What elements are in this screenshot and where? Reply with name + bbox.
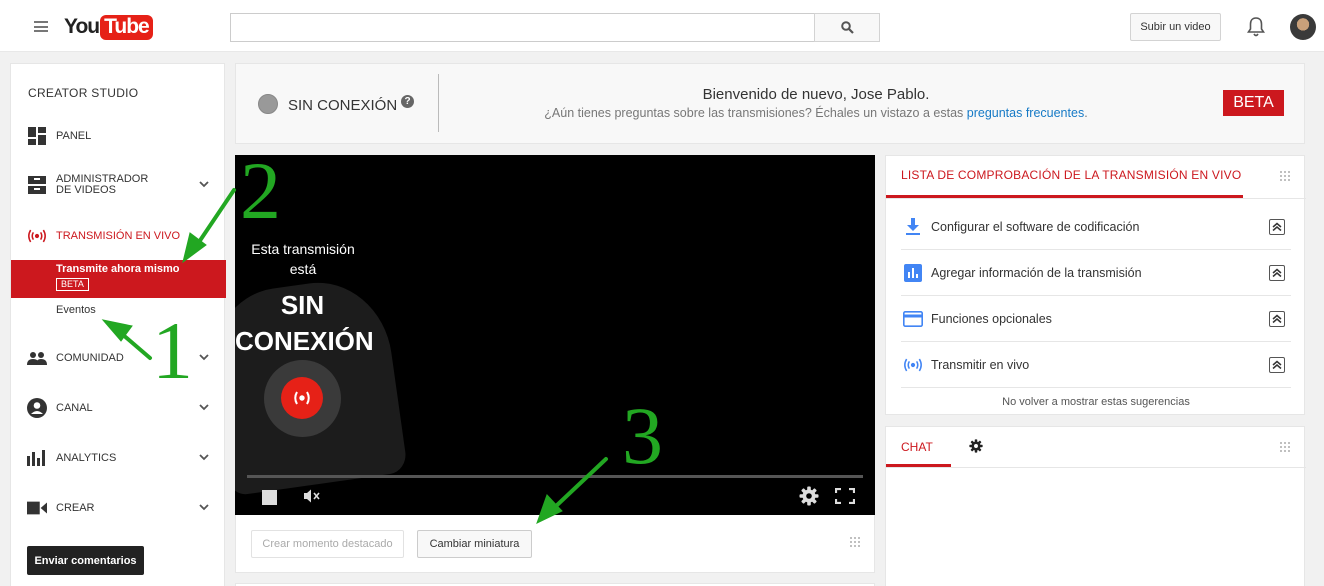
expand-icon[interactable] — [1269, 265, 1285, 281]
upload-video-button[interactable]: Subir un video — [1130, 13, 1221, 41]
sidebar-item-community[interactable]: COMUNIDAD — [11, 348, 226, 368]
sidebar-subitem-events[interactable]: Eventos — [56, 304, 96, 316]
tab-chat[interactable]: CHAT — [901, 440, 933, 454]
info-chart-icon — [903, 263, 923, 283]
welcome-message: Bienvenido de nuevo, Jose Pablo. — [702, 86, 930, 103]
community-icon — [27, 348, 47, 368]
expand-icon[interactable] — [1269, 357, 1285, 373]
sidebar-subitem-stream-now[interactable]: Transmite ahora mismo BETA — [11, 260, 226, 298]
sidebar-item-video-manager[interactable]: ADMINISTRADOR DE VIDEOS — [11, 174, 226, 196]
sidebar-item-create[interactable]: CREAR — [11, 498, 226, 518]
beta-badge: BETA — [1223, 90, 1284, 116]
status-label: SIN CONEXIÓN — [288, 97, 398, 114]
chat-settings-gear-icon[interactable] — [969, 439, 983, 458]
avatar[interactable] — [1290, 14, 1316, 40]
notifications-bell-icon[interactable] — [1246, 16, 1266, 43]
player-actions-bar: Crear momento destacado Cambiar miniatur… — [235, 515, 875, 573]
annotation-number-2: 2 — [240, 145, 281, 236]
annotation-number-3: 3 — [622, 390, 663, 481]
sidebar-item-analytics[interactable]: ANALYTICS — [11, 448, 226, 468]
card-icon — [903, 309, 923, 329]
annotation-number-1: 1 — [152, 305, 193, 396]
expand-icon[interactable] — [1269, 219, 1285, 235]
checklist-item-label: Transmitir en vivo — [931, 358, 1030, 372]
sidebar-item-label: CANAL — [56, 401, 93, 414]
create-icon — [27, 498, 47, 518]
search-button[interactable] — [814, 13, 880, 42]
offline-caption: Esta transmisión está — [251, 241, 355, 277]
drag-handle-icon[interactable] — [849, 536, 861, 548]
faq-suffix: . — [1084, 106, 1088, 120]
sidebar-item-label: ANALYTICS — [56, 451, 117, 464]
checklist-item-info[interactable]: Agregar información de la transmisión — [901, 250, 1291, 296]
stream-status-bar: SIN CONEXIÓN ? Bienvenido de nuevo, Jose… — [235, 63, 1305, 144]
muted-volume-icon[interactable] — [303, 488, 321, 509]
live-broadcast-icon — [27, 226, 47, 246]
live-checklist-panel: LISTA DE COMPROBACIÓN DE LA TRANSMISIÓN … — [885, 155, 1306, 415]
settings-gear-icon[interactable] — [799, 486, 819, 511]
dismiss-suggestions-link[interactable]: No volver a mostrar estas sugerencias — [886, 396, 1306, 408]
chevron-down-icon[interactable] — [199, 453, 209, 464]
checklist-item-label: Configurar el software de codificación — [931, 220, 1140, 234]
chevron-down-icon[interactable] — [199, 180, 209, 191]
masthead: You Tube Subir un video — [0, 0, 1324, 52]
chevron-down-icon[interactable] — [199, 353, 209, 364]
download-icon — [903, 217, 923, 237]
checklist-item-label: Agregar información de la transmisión — [931, 266, 1142, 280]
sidebar-item-live[interactable]: TRANSMISIÓN EN VIVO — [11, 226, 226, 246]
send-feedback-button[interactable]: Enviar comentarios — [27, 546, 144, 575]
sidebar-item-label: ADMINISTRADOR DE VIDEOS — [56, 173, 149, 196]
search-input[interactable] — [230, 13, 815, 42]
checklist-title: LISTA DE COMPROBACIÓN DE LA TRANSMISIÓN … — [901, 168, 1242, 182]
create-highlight-button[interactable]: Crear momento destacado — [251, 530, 404, 558]
sidebar-item-label: CREAR — [56, 501, 95, 514]
status-indicator — [258, 94, 278, 114]
help-icon[interactable]: ? — [401, 95, 414, 108]
change-thumbnail-button[interactable]: Cambiar miniatura — [417, 530, 532, 558]
chevron-down-icon[interactable] — [199, 503, 209, 514]
search-icon — [840, 21, 854, 34]
progress-bar[interactable] — [247, 475, 863, 478]
offline-title: SIN CONEXIÓN — [235, 290, 374, 356]
chevron-down-icon[interactable] — [199, 403, 209, 414]
stream-now-label: Transmite ahora mismo — [56, 263, 180, 275]
faq-prefix: ¿Aún tienes preguntas sobre las transmis… — [544, 106, 967, 120]
checklist-item-go-live[interactable]: Transmitir en vivo — [901, 342, 1291, 388]
divider — [886, 467, 1306, 468]
logo-tube: Tube — [100, 14, 153, 40]
live-record-icon — [281, 377, 323, 419]
dashboard-icon — [27, 126, 47, 146]
fullscreen-icon[interactable] — [834, 487, 856, 509]
sidebar-title: CREATOR STUDIO — [28, 86, 139, 100]
divider — [886, 198, 1306, 199]
analytics-icon — [27, 448, 47, 468]
checklist-item-encoder[interactable]: Configurar el software de codificación — [901, 204, 1291, 250]
logo-you: You — [64, 15, 100, 38]
video-manager-icon — [27, 175, 47, 195]
chat-panel: CHAT — [885, 426, 1306, 586]
channel-icon — [27, 398, 47, 418]
expand-icon[interactable] — [1269, 311, 1285, 327]
sidebar-item-channel[interactable]: CANAL — [11, 398, 226, 418]
divider — [438, 74, 439, 132]
sidebar-item-panel[interactable]: PANEL — [11, 126, 226, 146]
sidebar-item-label: PANEL — [56, 129, 92, 142]
menu-icon[interactable] — [34, 21, 48, 32]
beta-badge: BETA — [56, 278, 89, 291]
youtube-logo[interactable]: You Tube — [64, 13, 153, 41]
checklist-item-label: Funciones opcionales — [931, 312, 1052, 326]
faq-link[interactable]: preguntas frecuentes — [967, 106, 1084, 120]
drag-handle-icon[interactable] — [1279, 441, 1291, 453]
drag-handle-icon[interactable] — [1279, 170, 1291, 182]
video-player[interactable]: Esta transmisión está SIN CONEXIÓN — [235, 155, 875, 515]
sidebar-item-label: COMUNIDAD — [56, 351, 124, 364]
checklist-item-optional[interactable]: Funciones opcionales — [901, 296, 1291, 342]
sidebar-item-label: TRANSMISIÓN EN VIVO — [56, 229, 181, 242]
stop-icon[interactable] — [262, 490, 277, 505]
faq-message: ¿Aún tienes preguntas sobre las transmis… — [516, 106, 1116, 120]
live-broadcast-icon — [903, 355, 923, 375]
